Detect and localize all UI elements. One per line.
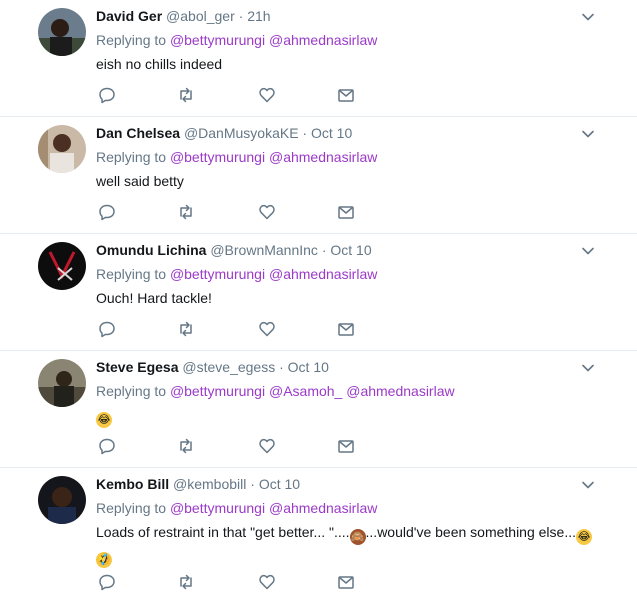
replying-to: Replying to @bettymurungi @ahmednasirlaw bbox=[96, 147, 617, 167]
tweet-text: eish no chills indeed bbox=[96, 56, 223, 72]
reply-thread: David Ger @abol_ger · 21h Replying to @b… bbox=[0, 0, 637, 601]
like-icon[interactable] bbox=[258, 573, 276, 591]
chevron-down-icon[interactable] bbox=[581, 127, 595, 141]
tweet[interactable]: Kembo Bill @kembobill · Oct 10 Replying … bbox=[0, 468, 637, 601]
avatar[interactable] bbox=[38, 242, 86, 290]
timestamp[interactable]: Oct 10 bbox=[288, 359, 329, 375]
tweet-text: Ouch! Hard tackle! bbox=[96, 290, 212, 306]
chevron-down-icon[interactable] bbox=[581, 10, 595, 24]
see-no-evil-monkey-emoji: 🙈 bbox=[349, 529, 366, 545]
display-name[interactable]: Omundu Lichina bbox=[96, 242, 206, 258]
mention-link[interactable]: @ahmednasirlaw bbox=[269, 32, 377, 48]
avatar[interactable] bbox=[38, 476, 86, 524]
mention-link[interactable]: @ahmednasirlaw bbox=[269, 500, 377, 516]
laughing-emoji: 😂 bbox=[96, 412, 112, 428]
reply-icon[interactable] bbox=[98, 437, 116, 455]
timestamp[interactable]: 21h bbox=[247, 8, 270, 24]
replying-to-label: Replying to bbox=[96, 383, 167, 399]
user-handle[interactable]: @kembobill bbox=[173, 476, 246, 492]
chevron-down-icon[interactable] bbox=[581, 478, 595, 492]
tweet-text: 😂 bbox=[96, 405, 617, 428]
tweet-text: well said betty bbox=[96, 173, 184, 189]
replying-to: Replying to @bettymurungi @ahmednasirlaw bbox=[96, 30, 617, 50]
reply-icon[interactable] bbox=[98, 86, 116, 104]
display-name[interactable]: Steve Egesa bbox=[96, 359, 179, 375]
chevron-down-icon[interactable] bbox=[581, 361, 595, 375]
tweet-text-part: ...would've been something else... bbox=[365, 524, 576, 540]
separator-dot: · bbox=[250, 476, 255, 492]
retweet-icon[interactable] bbox=[177, 86, 195, 104]
mention-link[interactable]: @bettymurungi bbox=[170, 266, 265, 282]
replying-to: Replying to @bettymurungi @ahmednasirlaw bbox=[96, 264, 617, 284]
tweet[interactable]: Steve Egesa @steve_egess · Oct 10 Replyi… bbox=[0, 351, 637, 468]
replying-to: Replying to @bettymurungi @ahmednasirlaw bbox=[96, 498, 617, 518]
tweet[interactable]: Omundu Lichina @BrownMannInc · Oct 10 Re… bbox=[0, 234, 637, 351]
laughing-emoji: 😂 bbox=[576, 529, 592, 545]
mention-link[interactable]: @bettymurungi bbox=[170, 500, 265, 516]
user-handle[interactable]: @abol_ger bbox=[166, 8, 235, 24]
tweet-actions bbox=[96, 203, 376, 221]
separator-dot: · bbox=[238, 8, 244, 24]
mention-link[interactable]: @ahmednasirlaw bbox=[346, 383, 454, 399]
separator-dot: · bbox=[279, 359, 284, 375]
tweet-actions bbox=[96, 437, 376, 455]
message-icon[interactable] bbox=[337, 86, 355, 104]
tweet-actions bbox=[96, 573, 376, 591]
like-icon[interactable] bbox=[258, 437, 276, 455]
display-name[interactable]: Kembo Bill bbox=[96, 476, 169, 492]
user-handle[interactable]: @steve_egess bbox=[182, 359, 275, 375]
message-icon[interactable] bbox=[337, 437, 355, 455]
display-name[interactable]: David Ger bbox=[96, 8, 162, 24]
tweet-actions bbox=[96, 86, 376, 104]
mention-link[interactable]: @bettymurungi bbox=[170, 32, 265, 48]
user-handle[interactable]: @BrownMannInc bbox=[210, 242, 318, 258]
retweet-icon[interactable] bbox=[177, 320, 195, 338]
tweet[interactable]: David Ger @abol_ger · 21h Replying to @b… bbox=[0, 0, 637, 117]
user-handle[interactable]: @DanMusyokaKE bbox=[184, 125, 299, 141]
replying-to-label: Replying to bbox=[96, 32, 167, 48]
avatar[interactable] bbox=[38, 8, 86, 56]
reply-icon[interactable] bbox=[98, 203, 116, 221]
timestamp[interactable]: Oct 10 bbox=[311, 125, 352, 141]
like-icon[interactable] bbox=[258, 320, 276, 338]
replying-to-label: Replying to bbox=[96, 149, 167, 165]
avatar[interactable] bbox=[38, 125, 86, 173]
retweet-icon[interactable] bbox=[177, 573, 195, 591]
tweet[interactable]: Dan Chelsea @DanMusyokaKE · Oct 10 Reply… bbox=[0, 117, 637, 234]
separator-dot: · bbox=[321, 242, 327, 258]
mention-link[interactable]: @bettymurungi bbox=[170, 149, 265, 165]
tweet-text: Loads of restraint in that "get better..… bbox=[93, 522, 617, 571]
message-icon[interactable] bbox=[337, 203, 355, 221]
display-name[interactable]: Dan Chelsea bbox=[96, 125, 180, 141]
rolling-on-floor-laughing-emoji: 🤣 bbox=[93, 549, 115, 571]
tweet-actions bbox=[96, 320, 376, 338]
reply-icon[interactable] bbox=[98, 320, 116, 338]
timestamp[interactable]: Oct 10 bbox=[330, 242, 371, 258]
message-icon[interactable] bbox=[337, 573, 355, 591]
mention-link[interactable]: @ahmednasirlaw bbox=[269, 266, 377, 282]
tweet-text-part: Loads of restraint in that "get better..… bbox=[96, 524, 350, 540]
timestamp[interactable]: Oct 10 bbox=[259, 476, 300, 492]
retweet-icon[interactable] bbox=[177, 203, 195, 221]
separator-dot: · bbox=[302, 125, 308, 141]
mention-link[interactable]: @ahmednasirlaw bbox=[269, 149, 377, 165]
chevron-down-icon[interactable] bbox=[581, 244, 595, 258]
retweet-icon[interactable] bbox=[177, 437, 195, 455]
replying-to: Replying to @bettymurungi @Asamoh_ @ahme… bbox=[96, 381, 617, 401]
like-icon[interactable] bbox=[258, 203, 276, 221]
mention-link[interactable]: @Asamoh_ bbox=[269, 383, 342, 399]
message-icon[interactable] bbox=[337, 320, 355, 338]
replying-to-label: Replying to bbox=[96, 266, 167, 282]
avatar[interactable] bbox=[38, 359, 86, 407]
replying-to-label: Replying to bbox=[96, 500, 167, 516]
mention-link[interactable]: @bettymurungi bbox=[170, 383, 265, 399]
reply-icon[interactable] bbox=[98, 573, 116, 591]
like-icon[interactable] bbox=[258, 86, 276, 104]
